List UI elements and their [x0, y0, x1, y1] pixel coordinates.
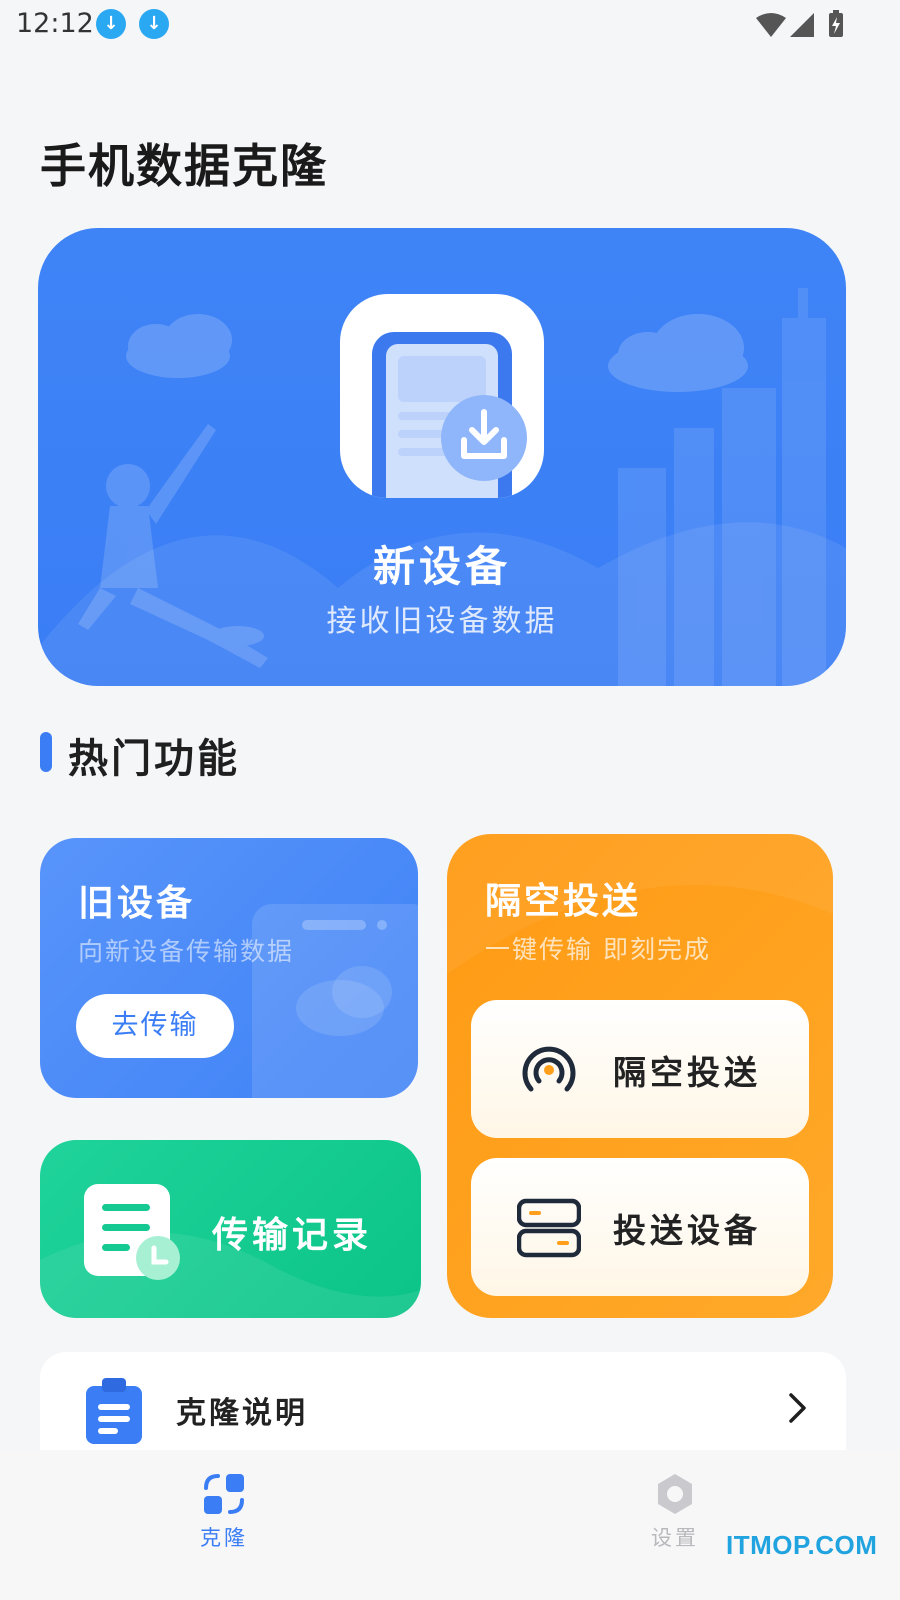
- phone-download-icon: [340, 294, 544, 498]
- chevron-right-icon: [788, 1392, 808, 1428]
- airdrop-option-button[interactable]: 隔空投送: [471, 1000, 809, 1138]
- status-time: 12:12: [16, 8, 94, 39]
- broadcast-icon: [517, 1037, 581, 1105]
- old-device-title: 旧设备: [78, 883, 196, 924]
- send-device-label: 投送设备: [613, 1211, 761, 1250]
- battery-charging-icon: [829, 10, 843, 37]
- hero-title: 新设备: [372, 542, 511, 591]
- airdrop-subtitle: 一键传输 即刻完成: [485, 935, 711, 964]
- hero-subtitle: 接收旧设备数据: [326, 604, 558, 639]
- bottom-nav: 克隆 设置: [0, 1450, 900, 1600]
- airdrop-title: 隔空投送: [485, 881, 642, 922]
- clone-guide-row[interactable]: 克隆说明: [40, 1352, 846, 1462]
- send-device-button[interactable]: 投送设备: [471, 1158, 809, 1296]
- download-icon: ↓: [96, 9, 126, 39]
- watermark: ITMOP.COM: [726, 1530, 878, 1560]
- nav-clone-label: 克隆: [200, 1526, 248, 1550]
- system-icons: [756, 10, 856, 44]
- clipboard-icon: [84, 1376, 144, 1450]
- old-device-card[interactable]: 旧设备 向新设备传输数据 去传输: [40, 838, 418, 1098]
- clone-guide-label: 克隆说明: [176, 1396, 308, 1431]
- server-icon: [516, 1195, 582, 1263]
- page-title: 手机数据克隆: [40, 139, 328, 193]
- transfer-record-card[interactable]: 传输记录: [40, 1140, 421, 1318]
- clone-icon: [202, 1472, 246, 1520]
- section-title: 热门功能: [68, 736, 240, 782]
- airdrop-option-label: 隔空投送: [613, 1053, 761, 1092]
- download-icon: ↓: [139, 9, 169, 39]
- app-screen: 12:12 ↓ ↓ 手机数据克隆 新设备 接收旧设备数据 热门功能 旧设备 向新…: [0, 0, 900, 1600]
- settings-icon: [653, 1472, 697, 1520]
- old-device-subtitle: 向新设备传输数据: [78, 937, 295, 966]
- status-bar: 12:12 ↓ ↓: [0, 0, 900, 48]
- signal-icon: [790, 13, 814, 37]
- transfer-record-label: 传输记录: [212, 1215, 373, 1256]
- airdrop-card: 隔空投送 一键传输 即刻完成 隔空投送 投送设备: [447, 834, 833, 1318]
- wifi-icon: [756, 13, 786, 37]
- section-accent-bar: [40, 732, 52, 772]
- new-device-card[interactable]: 新设备 接收旧设备数据: [38, 228, 846, 686]
- go-transfer-button[interactable]: 去传输: [76, 994, 234, 1058]
- nav-clone-tab[interactable]: 克隆: [144, 1470, 304, 1570]
